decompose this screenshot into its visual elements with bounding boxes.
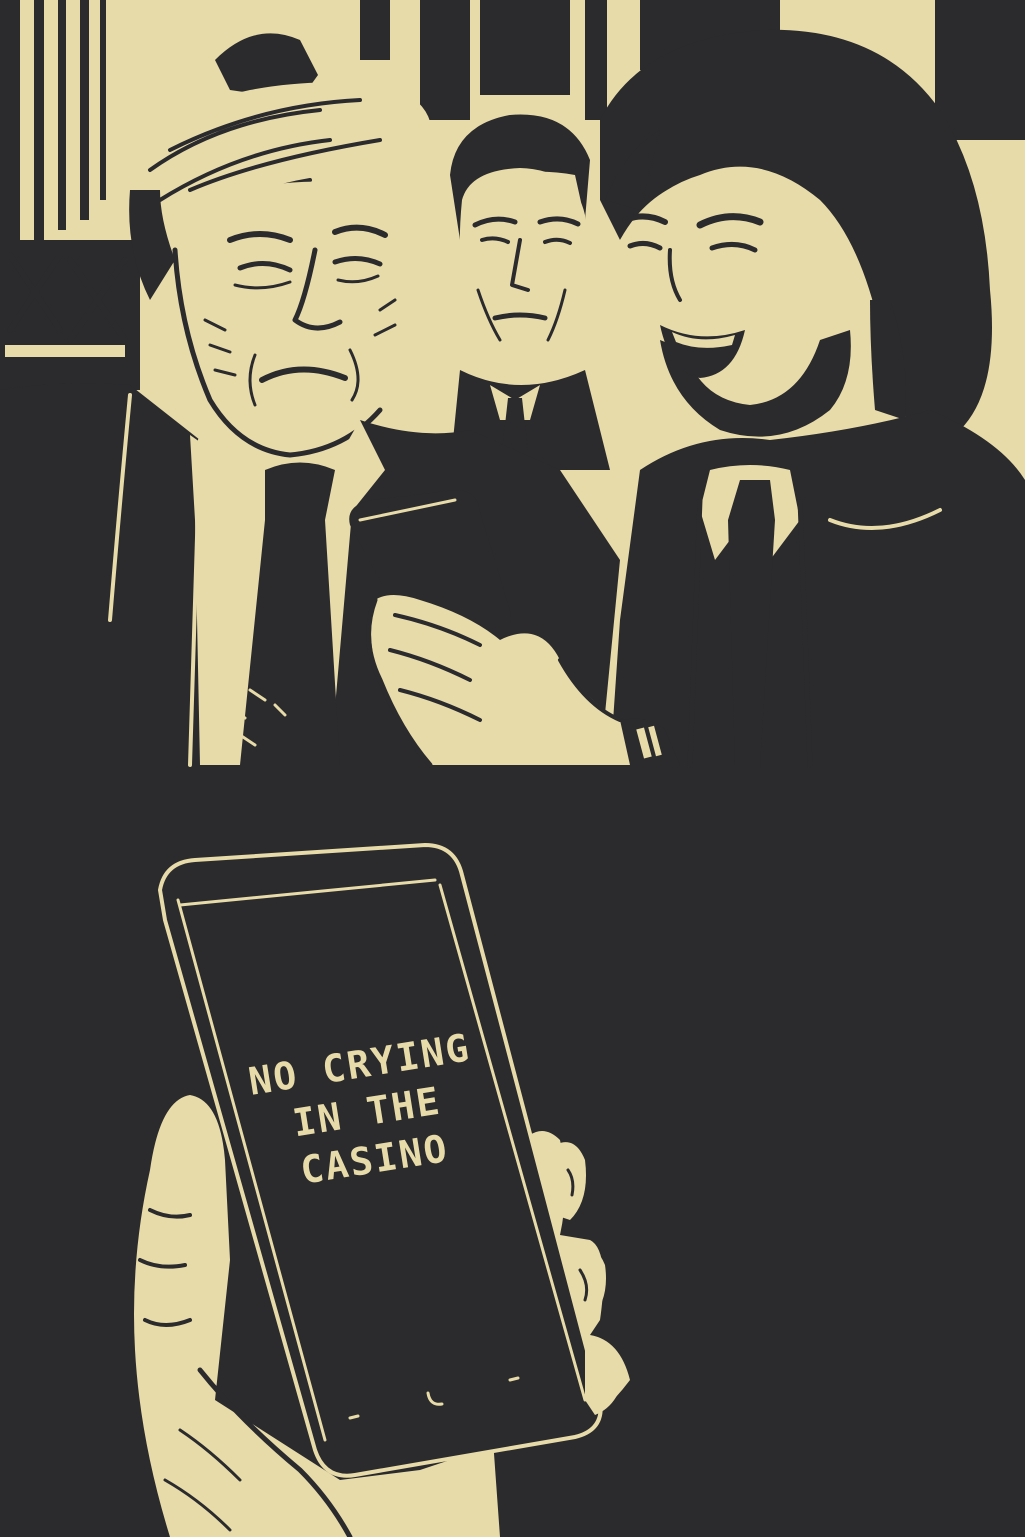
upper-panel [0,0,1025,768]
poster: NO CRYING IN THE CASINO [0,0,1025,1537]
illustration [0,0,1025,1537]
